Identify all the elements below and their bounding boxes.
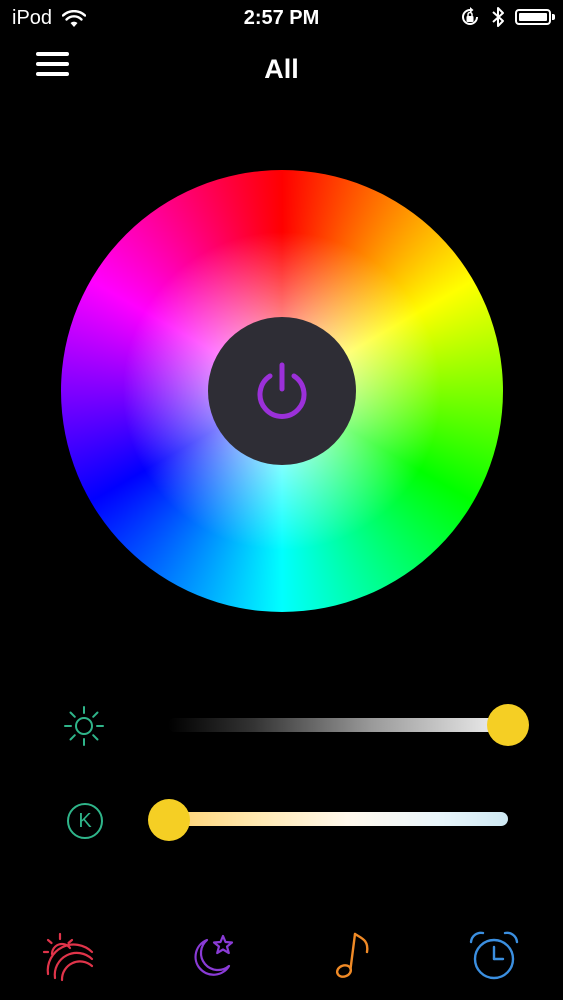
battery-icon (515, 9, 555, 25)
color-temperature-slider-thumb[interactable] (148, 799, 190, 841)
moon-star-icon (194, 934, 234, 976)
color-temperature-slider-track[interactable] (152, 812, 508, 826)
alarm-clock-icon (469, 931, 519, 980)
status-right (459, 6, 555, 28)
power-icon (257, 362, 307, 419)
tab-scene[interactable] (42, 928, 98, 984)
status-bar: iPod 2:57 PM (0, 0, 563, 38)
battery-tip (552, 14, 555, 20)
tab-timer[interactable] (466, 928, 522, 984)
battery-fill (519, 13, 547, 21)
brightness-slider-track[interactable] (168, 718, 508, 732)
rotation-lock-icon (462, 7, 478, 25)
brightness-slider-thumb[interactable] (487, 704, 529, 746)
sun-icon (62, 704, 106, 748)
power-button[interactable] (208, 317, 356, 465)
music-note-icon (335, 932, 369, 978)
tab-bar (0, 920, 563, 990)
tab-music[interactable] (325, 928, 381, 984)
tab-night[interactable] (183, 928, 239, 984)
kelvin-icon: K (63, 799, 107, 843)
page-title: All (264, 54, 299, 84)
sunrise-rainbow-icon (42, 932, 94, 982)
kelvin-icon-letter: K (78, 810, 92, 832)
bluetooth-icon (492, 7, 504, 27)
